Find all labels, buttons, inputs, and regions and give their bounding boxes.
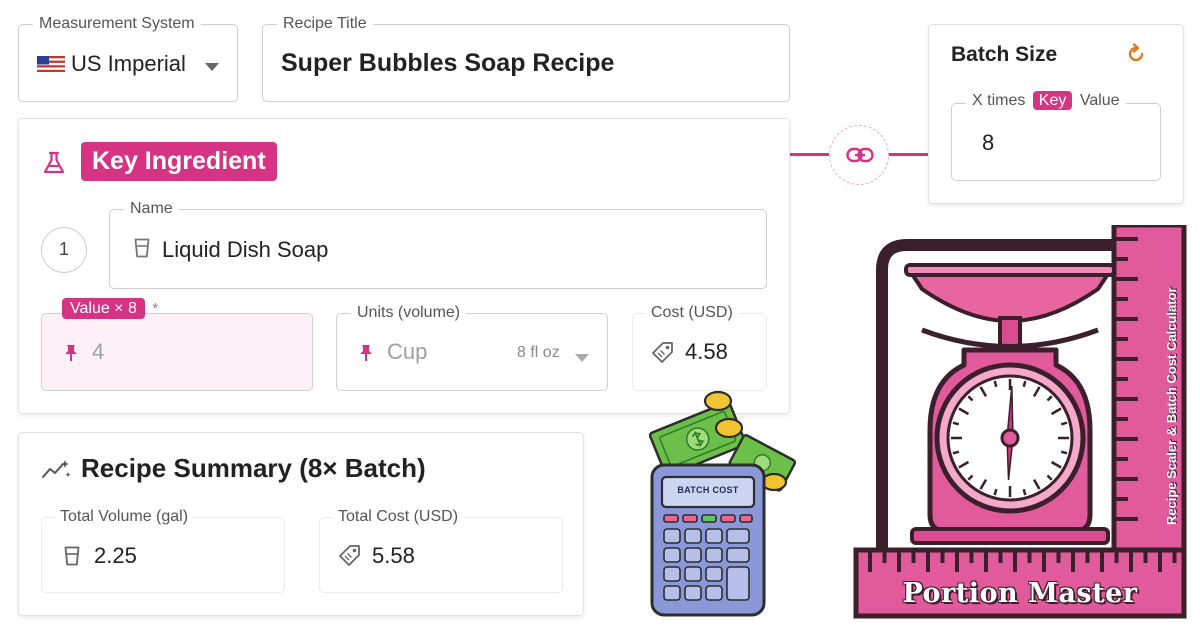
- ingredient-name-field[interactable]: Name Liquid Dish Soap: [109, 199, 767, 289]
- price-tag-icon: [338, 544, 362, 571]
- ingredient-value-label: Value × 8 *: [62, 298, 158, 319]
- glass-icon: [64, 546, 80, 571]
- connector-line-right: [888, 153, 928, 156]
- recipe-title-field[interactable]: Recipe Title Super Bubbles Soap Recipe: [262, 14, 790, 102]
- chevron-down-icon: [205, 59, 219, 77]
- ingredient-name-label: Name: [124, 199, 179, 219]
- batch-multiplier-label: X times Key Value: [966, 91, 1126, 111]
- key-chip: Key: [1032, 91, 1073, 110]
- total-cost-label: Total Cost (USD): [332, 507, 465, 527]
- ingredient-cost-label: Cost (USD): [645, 303, 739, 323]
- total-volume-label: Total Volume (gal): [54, 507, 195, 527]
- recipe-title-label: Recipe Title: [277, 14, 373, 34]
- batch-size-title: Batch Size: [951, 43, 1058, 66]
- batch-multiplier-value: 8: [982, 130, 995, 155]
- key-ingredient-card: Key Ingredient 1 Name Liquid Dish Soap V…: [18, 118, 790, 414]
- batch-size-card: Batch Size X times Key Value 8: [928, 24, 1184, 204]
- link-icon[interactable]: [829, 125, 889, 185]
- calculator-illustration: BATCH COST: [640, 385, 800, 625]
- ingredient-name-value: Liquid Dish Soap: [162, 237, 329, 262]
- ingredient-value-placeholder: 4: [92, 339, 105, 364]
- portion-master-logo: Portion Master Recipe Scaler & Batch Cos…: [852, 225, 1188, 620]
- units-select[interactable]: Units (volume) Cup 8 fl oz: [336, 303, 608, 391]
- reset-icon[interactable]: [1125, 43, 1147, 70]
- key-ingredient-title: Key Ingredient: [81, 142, 277, 181]
- total-volume-field: Total Volume (gal) 2.25: [41, 507, 285, 593]
- brand-name: Portion Master: [902, 578, 1138, 609]
- ingredient-cost-value: 4.58: [685, 339, 728, 364]
- calculator-display-label: BATCH COST: [677, 485, 739, 495]
- ruler-tagline: Recipe Scaler & Batch Cost Calculator: [1164, 287, 1179, 525]
- units-hint: 8 fl oz: [517, 344, 560, 361]
- measurement-system-value: US Imperial: [71, 51, 186, 76]
- recipe-title-value: Super Bubbles Soap Recipe: [281, 49, 615, 77]
- total-cost-value: 5.58: [372, 543, 415, 568]
- ingredient-value-field[interactable]: Value × 8 * 4: [41, 298, 313, 391]
- units-value: Cup: [387, 339, 428, 364]
- measurement-system-label: Measurement System: [33, 14, 201, 34]
- recipe-summary-card: Recipe Summary (8× Batch) Total Volume (…: [18, 432, 584, 616]
- units-label: Units (volume): [351, 303, 467, 323]
- flask-icon: [43, 151, 65, 180]
- connector-line-left: [790, 153, 830, 156]
- measurement-system-select[interactable]: Measurement System US Imperial: [18, 14, 238, 102]
- us-flag-icon: [37, 56, 65, 72]
- step-number-badge: 1: [41, 227, 87, 273]
- pin-icon: [64, 344, 78, 367]
- glass-icon: [134, 238, 150, 263]
- batch-multiplier-field[interactable]: X times Key Value 8: [951, 91, 1161, 181]
- summary-title: Recipe Summary (8× Batch): [81, 453, 426, 483]
- pin-icon: [359, 344, 373, 367]
- ingredient-cost-field[interactable]: Cost (USD) 4.58: [632, 303, 767, 391]
- chevron-down-icon: [575, 349, 589, 367]
- price-tag-icon: [651, 341, 675, 368]
- sparkle-chart-icon: [41, 459, 71, 486]
- total-volume-value: 2.25: [94, 543, 137, 568]
- total-cost-field: Total Cost (USD) 5.58: [319, 507, 563, 593]
